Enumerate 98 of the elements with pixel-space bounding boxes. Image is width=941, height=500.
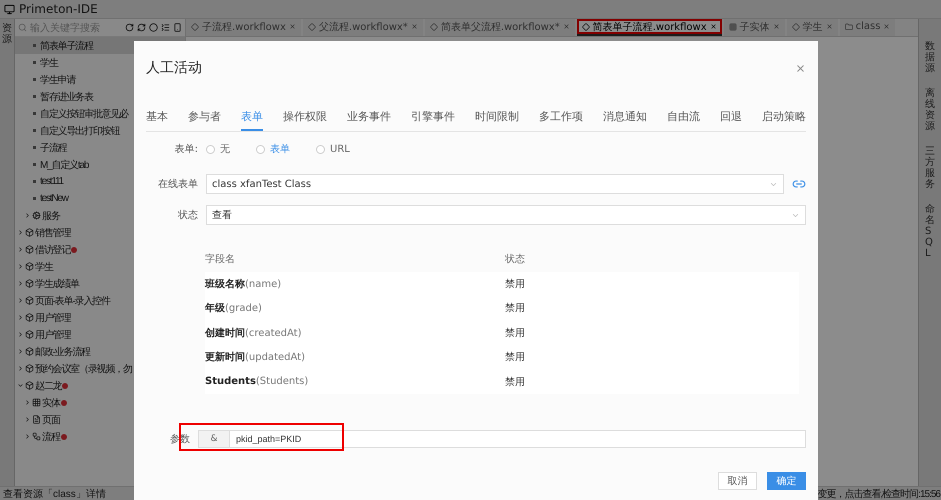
select-field[interactable]: class xfanTest Class <box>206 174 784 194</box>
field-label: 状态 <box>177 208 198 222</box>
editor-tab[interactable]: 学生 <box>786 19 838 36</box>
table-cell-text: 禁用 <box>505 302 526 316</box>
tree-item[interactable]: 实体 <box>15 394 185 411</box>
radio-option[interactable]: URL <box>316 144 350 154</box>
status-text: 查看资源「class」详情 <box>3 488 106 500</box>
tree-item[interactable]: 学生成绩单 <box>15 275 185 292</box>
table-cell-text: 禁用 <box>505 326 526 340</box>
editor-tab[interactable]: 子流程.workflowx <box>186 19 301 36</box>
tree-item-label: 自定义导出打印按钮 <box>40 124 120 138</box>
tree-item[interactable]: 预约会议室（录视频，勿 <box>15 360 185 377</box>
tab-label: 简表单子流程.workflowx <box>592 20 707 34</box>
tree-item[interactable]: 用户管理 <box>15 326 185 343</box>
tree-item-label: 页面 <box>42 414 60 426</box>
tree-item[interactable]: 销售管理 <box>15 224 185 241</box>
tree-item-label: 学生 <box>40 56 58 70</box>
tab[interactable]: 消息通知 <box>603 109 647 131</box>
tab[interactable]: 表单 <box>241 109 263 131</box>
panel-tab[interactable]: 三方服务 <box>925 146 935 190</box>
tree-item-label: 子流程 <box>40 142 66 154</box>
tree-item[interactable]: testNew <box>15 190 185 207</box>
tree-item-label: test111 <box>40 176 63 187</box>
tree-item[interactable]: 页面-表单-录入控件 <box>15 292 185 309</box>
table-cell-text: 禁用 <box>505 278 526 291</box>
tree-item-label: testNew <box>40 193 68 204</box>
input-prefix: & <box>198 430 230 448</box>
tree-item-label: 实体 <box>42 396 60 410</box>
tree-item-label: 借访登记 <box>35 244 70 256</box>
column-header: 字段名 <box>205 252 236 266</box>
tab[interactable]: 时间限制 <box>475 109 519 131</box>
tab[interactable]: 回退 <box>720 109 742 131</box>
tree-item[interactable]: 学生 <box>15 258 185 275</box>
field-label: 在线表单 <box>157 178 198 191</box>
tab-label: class <box>856 21 880 32</box>
tree-item-label: 暂存进业务表 <box>40 90 93 104</box>
tree-item[interactable]: 邮政-业务流程 <box>15 343 185 360</box>
tree-item-label: 学生申请 <box>40 74 76 86</box>
tree-item-label: 用户管理 <box>35 328 70 342</box>
tree-item-label: 邮政-业务流程 <box>35 346 90 358</box>
tree-item[interactable]: M_自定义tab <box>15 156 185 173</box>
window-title: Primeton-IDE <box>19 2 98 16</box>
tree-item-label: 学生成绩单 <box>35 278 80 290</box>
editor-tab[interactable]: 简表单父流程.workflowx* <box>424 19 575 36</box>
tab[interactable]: 自由流 <box>667 109 700 131</box>
tab[interactable]: 引擎事件 <box>411 109 455 131</box>
table-cell-text: 班级名称(name) <box>205 278 282 291</box>
tab[interactable]: 操作权限 <box>283 109 327 131</box>
table-cell-text: 创建时间(createdAt) <box>205 326 302 340</box>
tree-item[interactable]: 用户管理 <box>15 309 185 326</box>
panel-tab[interactable]: 数据源 <box>925 41 935 74</box>
tree-item-label: 流程 <box>42 430 60 444</box>
editor-tab[interactable]: 简表单子流程.workflowx <box>576 19 722 36</box>
radio-option[interactable]: 无 <box>206 142 230 156</box>
table-cell-text: 更新时间(updatedAt) <box>205 350 306 364</box>
tree-item[interactable]: 暂存进业务表 <box>15 88 185 105</box>
tree-item-label: 简表单子流程 <box>40 40 93 52</box>
resource-tab[interactable]: 资源 <box>2 23 12 45</box>
tab[interactable]: 参与者 <box>188 109 221 131</box>
field-label: 参数 <box>169 432 190 446</box>
input-field[interactable]: pkid_path=PKID <box>230 430 806 448</box>
radio-option[interactable]: 表单 <box>256 142 290 156</box>
tree-item-label: 预约会议室（录视频，勿 <box>35 362 132 376</box>
tab-label: 子流程.workflowx <box>202 20 286 34</box>
tree-item-label: 自定义按钮审批意见必 <box>40 108 128 120</box>
dialog-title: 人工活动 <box>146 59 202 77</box>
cancel-button[interactable]: 取消 <box>718 472 757 490</box>
tab[interactable]: 业务事件 <box>347 109 391 131</box>
tree-item-label: 用户管理 <box>35 312 70 324</box>
tree-item-label: 学生 <box>35 260 53 274</box>
table-cell-text: 年级(grade) <box>205 302 263 316</box>
tab[interactable]: 多工作项 <box>539 109 583 131</box>
tab-label: 学生 <box>802 20 823 34</box>
tree-item-label: M_自定义tab <box>40 158 88 172</box>
tree-item-label: 赵二龙 <box>35 380 62 392</box>
tree-item[interactable]: 页面 <box>15 411 185 428</box>
editor-tab[interactable]: class <box>840 19 896 36</box>
field-label: 表单: <box>174 142 198 156</box>
tree-item-label: 服务 <box>42 210 60 222</box>
tab-label: 简表单父流程.workflowx* <box>440 20 560 34</box>
tree-item[interactable]: 赵二龙 <box>15 377 185 394</box>
editor-tab[interactable]: 子实体 <box>724 19 785 36</box>
tab[interactable]: 启动策略 <box>762 109 806 131</box>
table-cell-text: 禁用 <box>505 350 526 364</box>
status-text: 变更，点击查看,检查时间:15:56 <box>817 488 940 500</box>
select-field[interactable]: 查看 <box>206 205 806 225</box>
tab-label: 子实体 <box>740 20 770 34</box>
confirm-button[interactable]: 确定 <box>767 472 806 490</box>
tree-item[interactable]: 借访登记 <box>15 241 185 258</box>
editor-tab[interactable]: 父流程.workflowx* <box>302 19 423 36</box>
tree-item-label: 销售管理 <box>35 226 70 240</box>
panel-tab[interactable]: 离线资源 <box>925 88 935 132</box>
column-header: 状态 <box>505 252 526 266</box>
table-cell-text: Students(Students) <box>205 376 310 388</box>
tab-label: 父流程.workflowx* <box>318 20 408 34</box>
panel-tab[interactable]: 命名SQL <box>925 204 935 259</box>
tree-item-label: 页面-表单-录入控件 <box>35 294 110 308</box>
table-cell-text: 禁用 <box>505 376 526 389</box>
